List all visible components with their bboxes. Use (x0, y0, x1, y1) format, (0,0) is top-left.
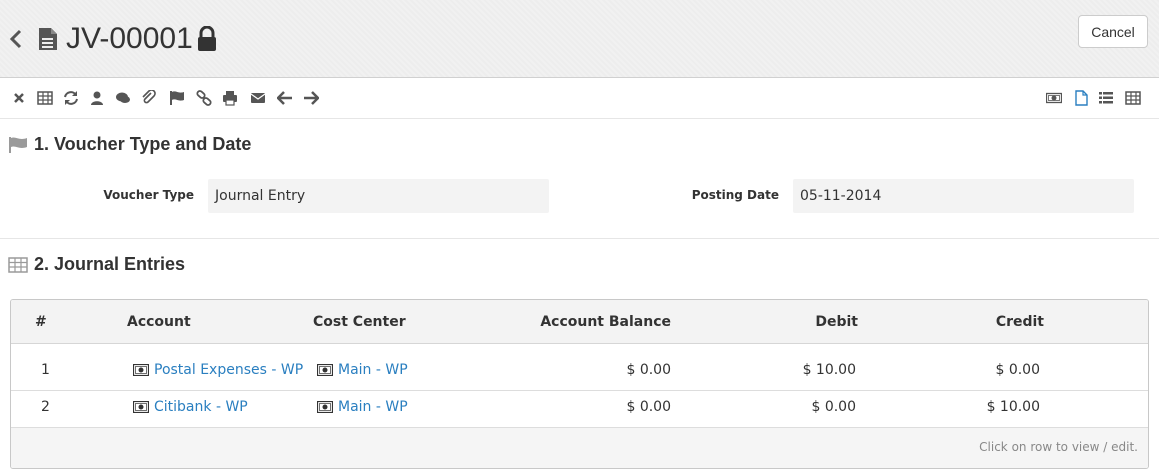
debit-value: $ 10.00 (802, 362, 856, 378)
column-header-credit: Credit (995, 314, 1044, 330)
column-header-no: # (35, 314, 47, 330)
section-divider (0, 238, 1159, 239)
credit-value: $ 0.00 (995, 362, 1040, 378)
row-number: 2 (41, 399, 50, 415)
row-number: 1 (41, 362, 50, 378)
cancel-button[interactable]: Cancel (1078, 15, 1148, 48)
list-icon[interactable] (1098, 90, 1114, 106)
refresh-icon[interactable] (63, 90, 79, 106)
posting-date-field[interactable]: 05-11-2014 (793, 179, 1134, 213)
money-icon (317, 364, 333, 376)
account-balance-value: $ 0.00 (626, 399, 671, 415)
account-link[interactable]: Postal Expenses - WP (133, 362, 303, 378)
credit-value: $ 10.00 (986, 399, 1040, 415)
table-footer: Click on row to view / edit. (11, 428, 1148, 468)
cost-center-name: Main - WP (338, 362, 408, 378)
column-header-account: Account (127, 314, 191, 330)
page-header: JV-00001 Cancel (0, 0, 1159, 78)
link-icon[interactable] (196, 90, 212, 106)
chevron-left-icon[interactable] (6, 26, 26, 52)
cost-center-link[interactable]: Main - WP (317, 362, 408, 378)
arrow-right-icon[interactable] (303, 90, 319, 106)
arrow-left-icon[interactable] (277, 90, 293, 106)
flag-icon (9, 136, 27, 153)
posting-date-label: Posting Date (691, 188, 779, 202)
comments-icon[interactable] (115, 90, 131, 106)
section-journal-entries-heading: 2. Journal Entries (8, 254, 185, 275)
voucher-type-label: Voucher Type (103, 188, 194, 202)
table-icon (8, 256, 28, 273)
table-row[interactable]: 1 Postal Expenses - WP Main - WP $ 0.00 … (11, 344, 1148, 391)
account-balance-value: $ 0.00 (626, 362, 671, 378)
voucher-type-field[interactable]: Journal Entry (208, 179, 549, 213)
footer-hint: Click on row to view / edit. (979, 440, 1138, 454)
paperclip-icon[interactable] (141, 90, 157, 106)
table-view-icon[interactable] (1125, 90, 1141, 106)
account-link[interactable]: Citibank - WP (133, 399, 248, 415)
form-toolbar (0, 78, 1159, 119)
user-icon[interactable] (89, 90, 105, 106)
table-header: # Account Cost Center Account Balance De… (11, 300, 1148, 344)
page-title: JV-00001 (66, 22, 193, 55)
table-icon[interactable] (37, 90, 53, 106)
cost-center-name: Main - WP (338, 399, 408, 415)
account-name: Postal Expenses - WP (154, 362, 304, 378)
section-title: 1. Voucher Type and Date (34, 134, 252, 154)
file-icon (38, 27, 58, 51)
section-title: 2. Journal Entries (34, 254, 186, 274)
flag-icon[interactable] (169, 90, 185, 106)
debit-value: $ 0.00 (811, 399, 856, 415)
account-name: Citibank - WP (154, 399, 248, 415)
money-icon (133, 364, 149, 376)
close-icon[interactable] (11, 90, 27, 106)
file-icon[interactable] (1073, 90, 1089, 106)
print-icon[interactable] (222, 90, 238, 106)
section-voucher-type-heading: 1. Voucher Type and Date (8, 134, 251, 155)
money-icon (133, 401, 149, 413)
table-row[interactable]: 2 Citibank - WP Main - WP $ 0.00 $ 0.00 … (11, 391, 1148, 428)
column-header-debit: Debit (815, 314, 858, 330)
envelope-icon[interactable] (250, 90, 266, 106)
journal-entries-table: # Account Cost Center Account Balance De… (10, 299, 1149, 469)
lock-icon (196, 25, 218, 52)
cost-center-link[interactable]: Main - WP (317, 399, 408, 415)
column-header-cost-center: Cost Center (313, 314, 406, 330)
column-header-account-balance: Account Balance (540, 314, 671, 330)
money-icon (317, 401, 333, 413)
money-icon[interactable] (1046, 90, 1062, 106)
